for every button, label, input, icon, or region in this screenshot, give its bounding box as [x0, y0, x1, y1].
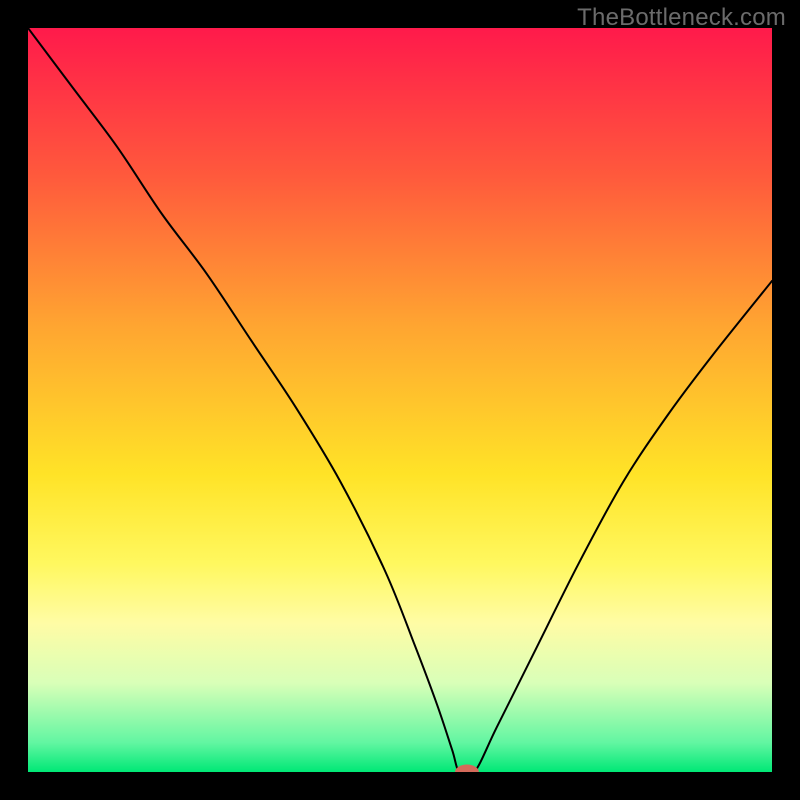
- plot-area: [28, 28, 772, 772]
- bottleneck-chart: [28, 28, 772, 772]
- watermark-text: TheBottleneck.com: [577, 4, 786, 32]
- chart-frame: TheBottleneck.com: [0, 0, 800, 800]
- gradient-background: [28, 28, 772, 772]
